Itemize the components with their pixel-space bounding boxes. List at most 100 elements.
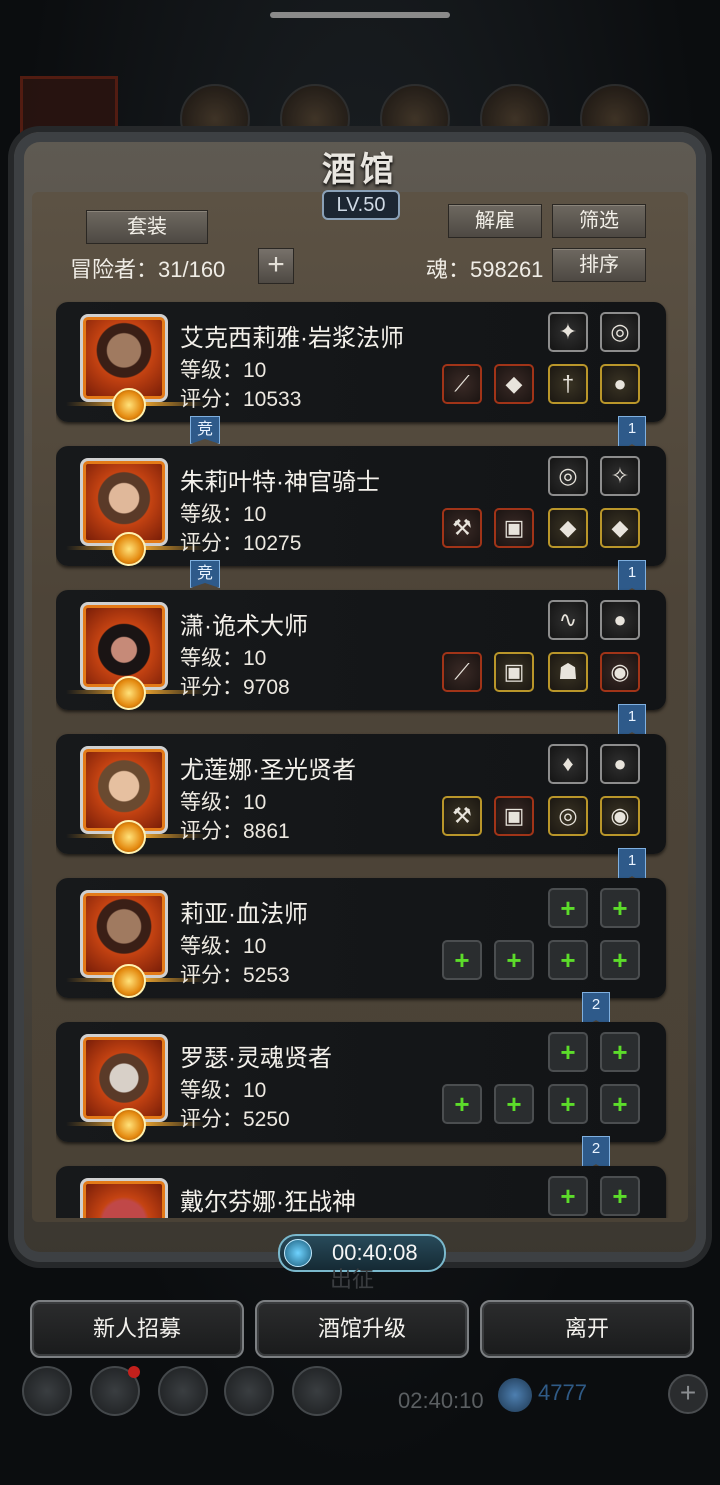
add-equipment-icon[interactable]: +	[600, 888, 640, 928]
soul-currency: 魂：598261	[426, 257, 544, 282]
gem-icon[interactable]: ◆	[548, 508, 588, 548]
gem-icon[interactable]: ●	[600, 600, 640, 640]
shop-icon[interactable]	[158, 1366, 208, 1416]
notification-dot	[128, 1366, 140, 1378]
lantern-icon[interactable]: ♦	[548, 744, 588, 784]
set-button[interactable]: 套装	[86, 210, 208, 244]
home-indicator	[270, 12, 450, 18]
hero-level: 等级：10	[180, 791, 267, 814]
hero-level: 等级：10	[180, 1079, 267, 1102]
add-equipment-icon[interactable]: +	[548, 940, 588, 980]
guild-icon[interactable]	[292, 1366, 342, 1416]
list-item[interactable]: 尤莲娜·圣光贤者 等级：10 评分：8861 ♦ ● ⚒ ▣ ◎ ◉	[56, 734, 666, 854]
hero-score: 评分：5250	[180, 1108, 290, 1131]
list-item[interactable]: 戴尔芬娜·狂战神 + +	[56, 1166, 666, 1218]
add-equipment-icon[interactable]: +	[548, 1176, 588, 1216]
add-equipment-icon[interactable]: +	[600, 940, 640, 980]
filter-button[interactable]: 筛选	[552, 204, 646, 238]
ring-icon[interactable]: ◎	[600, 312, 640, 352]
hero-score: 评分：5253	[180, 964, 290, 987]
arena-tag: 竞	[190, 416, 220, 444]
hero-level: 等级：10	[180, 503, 267, 526]
gem-icon[interactable]: ◆	[600, 508, 640, 548]
rank-icon	[112, 820, 146, 854]
settings-icon[interactable]	[22, 1366, 72, 1416]
hero-name: 戴尔芬娜·狂战神	[180, 1189, 356, 1216]
hero-name: 朱莉叶特·神官骑士	[180, 469, 380, 496]
diamond-count: 4777	[538, 1380, 587, 1405]
hammer-icon[interactable]: ⚒	[442, 796, 482, 836]
adventurer-count: 冒险者：31/160	[70, 257, 226, 282]
amulet-icon[interactable]: ✦	[548, 312, 588, 352]
list-item[interactable]: 朱莉叶特·神官骑士 等级：10 评分：10275 ◎ ✧ ⚒ ▣ ◆ ◆	[56, 446, 666, 566]
tavern-level-badge: LV.50	[322, 190, 400, 220]
mask-icon[interactable]: ☗	[548, 652, 588, 692]
ring-icon[interactable]: ◉	[600, 796, 640, 836]
rank-icon	[112, 1108, 146, 1142]
hero-name: 尤莲娜·圣光贤者	[180, 757, 356, 784]
helmet-icon[interactable]: ◆	[494, 364, 534, 404]
add-equipment-icon[interactable]: +	[600, 1176, 640, 1216]
add-equipment-icon[interactable]: +	[548, 1032, 588, 1072]
armor-icon[interactable]: ▣	[494, 796, 534, 836]
add-equipment-icon[interactable]: +	[442, 940, 482, 980]
add-equipment-icon[interactable]: +	[548, 1084, 588, 1124]
axe-icon[interactable]: ⚒	[442, 508, 482, 548]
hero-level: 等级：10	[180, 647, 267, 670]
gem-icon[interactable]: ●	[600, 744, 640, 784]
adventurer-list[interactable]: 艾克西莉雅·岩浆法师 等级：10 评分：10533 ✦ ◎ ⟋ ◆ † ● 竞 …	[56, 300, 670, 1218]
list-item[interactable]: 莉亚·血法师 等级：10 评分：5253 + + + + + +	[56, 878, 666, 998]
hero-score: 评分：8861	[180, 820, 290, 843]
list-item[interactable]: 罗瑟·灵魂贤者 等级：10 评分：5250 + + + + + +	[56, 1022, 666, 1142]
arena-tag: 竞	[190, 560, 220, 588]
bracelet-icon[interactable]: ◎	[548, 796, 588, 836]
hero-score: 评分：10275	[180, 532, 302, 555]
sword-icon[interactable]: †	[548, 364, 588, 404]
mail-icon[interactable]	[224, 1366, 274, 1416]
hero-level: 等级：10	[180, 935, 267, 958]
diamond-icon	[498, 1378, 532, 1412]
ring-icon[interactable]: ◎	[548, 456, 588, 496]
dagger-icon[interactable]: ⟋	[442, 652, 482, 692]
staff-icon[interactable]: ⟋	[442, 364, 482, 404]
rank-icon	[112, 532, 146, 566]
expedition-label: 出征	[330, 1267, 375, 1292]
recruit-button[interactable]: 新人招募	[30, 1300, 244, 1358]
add-slot-button[interactable]: +	[258, 248, 294, 284]
necklace-icon[interactable]: ∿	[548, 600, 588, 640]
list-item[interactable]: 潇·诡术大师 等级：10 评分：9708 ∿ ● ⟋ ▣ ☗ ◉	[56, 590, 666, 710]
add-currency-button[interactable]: +	[668, 1374, 708, 1414]
clock-icon	[284, 1239, 312, 1267]
sort-button[interactable]: 排序	[552, 248, 646, 282]
add-equipment-icon[interactable]: +	[494, 940, 534, 980]
avatar	[80, 1178, 168, 1218]
dismiss-button[interactable]: 解雇	[448, 204, 542, 238]
upgrade-tavern-button[interactable]: 酒馆升级	[255, 1300, 469, 1358]
page-title: 酒馆	[322, 150, 398, 190]
bottom-timer: 02:40:10	[398, 1388, 484, 1413]
rank-icon	[112, 388, 146, 422]
leave-button[interactable]: 离开	[480, 1300, 694, 1358]
ring-icon[interactable]: ●	[600, 364, 640, 404]
hero-name: 罗瑟·灵魂贤者	[180, 1045, 332, 1072]
achievement-icon[interactable]	[90, 1366, 140, 1416]
hero-score: 评分：9708	[180, 676, 290, 699]
add-equipment-icon[interactable]: +	[600, 1032, 640, 1072]
emblem-icon[interactable]: ✧	[600, 456, 640, 496]
list-item[interactable]: 艾克西莉雅·岩浆法师 等级：10 评分：10533 ✦ ◎ ⟋ ◆ † ●	[56, 302, 666, 422]
hero-score: 评分：10533	[180, 388, 302, 411]
hero-level: 等级：10	[180, 359, 267, 382]
add-equipment-icon[interactable]: +	[600, 1084, 640, 1124]
rank-icon	[112, 676, 146, 710]
hero-name: 潇·诡术大师	[180, 613, 308, 640]
armor-icon[interactable]: ▣	[494, 508, 534, 548]
hero-name: 艾克西莉雅·岩浆法师	[180, 325, 404, 352]
armor-icon[interactable]: ▣	[494, 652, 534, 692]
hero-name: 莉亚·血法师	[180, 901, 308, 928]
bottom-bar: 02:40:10 4777 +	[0, 1358, 720, 1428]
add-equipment-icon[interactable]: +	[442, 1084, 482, 1124]
rank-icon	[112, 964, 146, 998]
ring-icon[interactable]: ◉	[600, 652, 640, 692]
add-equipment-icon[interactable]: +	[548, 888, 588, 928]
add-equipment-icon[interactable]: +	[494, 1084, 534, 1124]
